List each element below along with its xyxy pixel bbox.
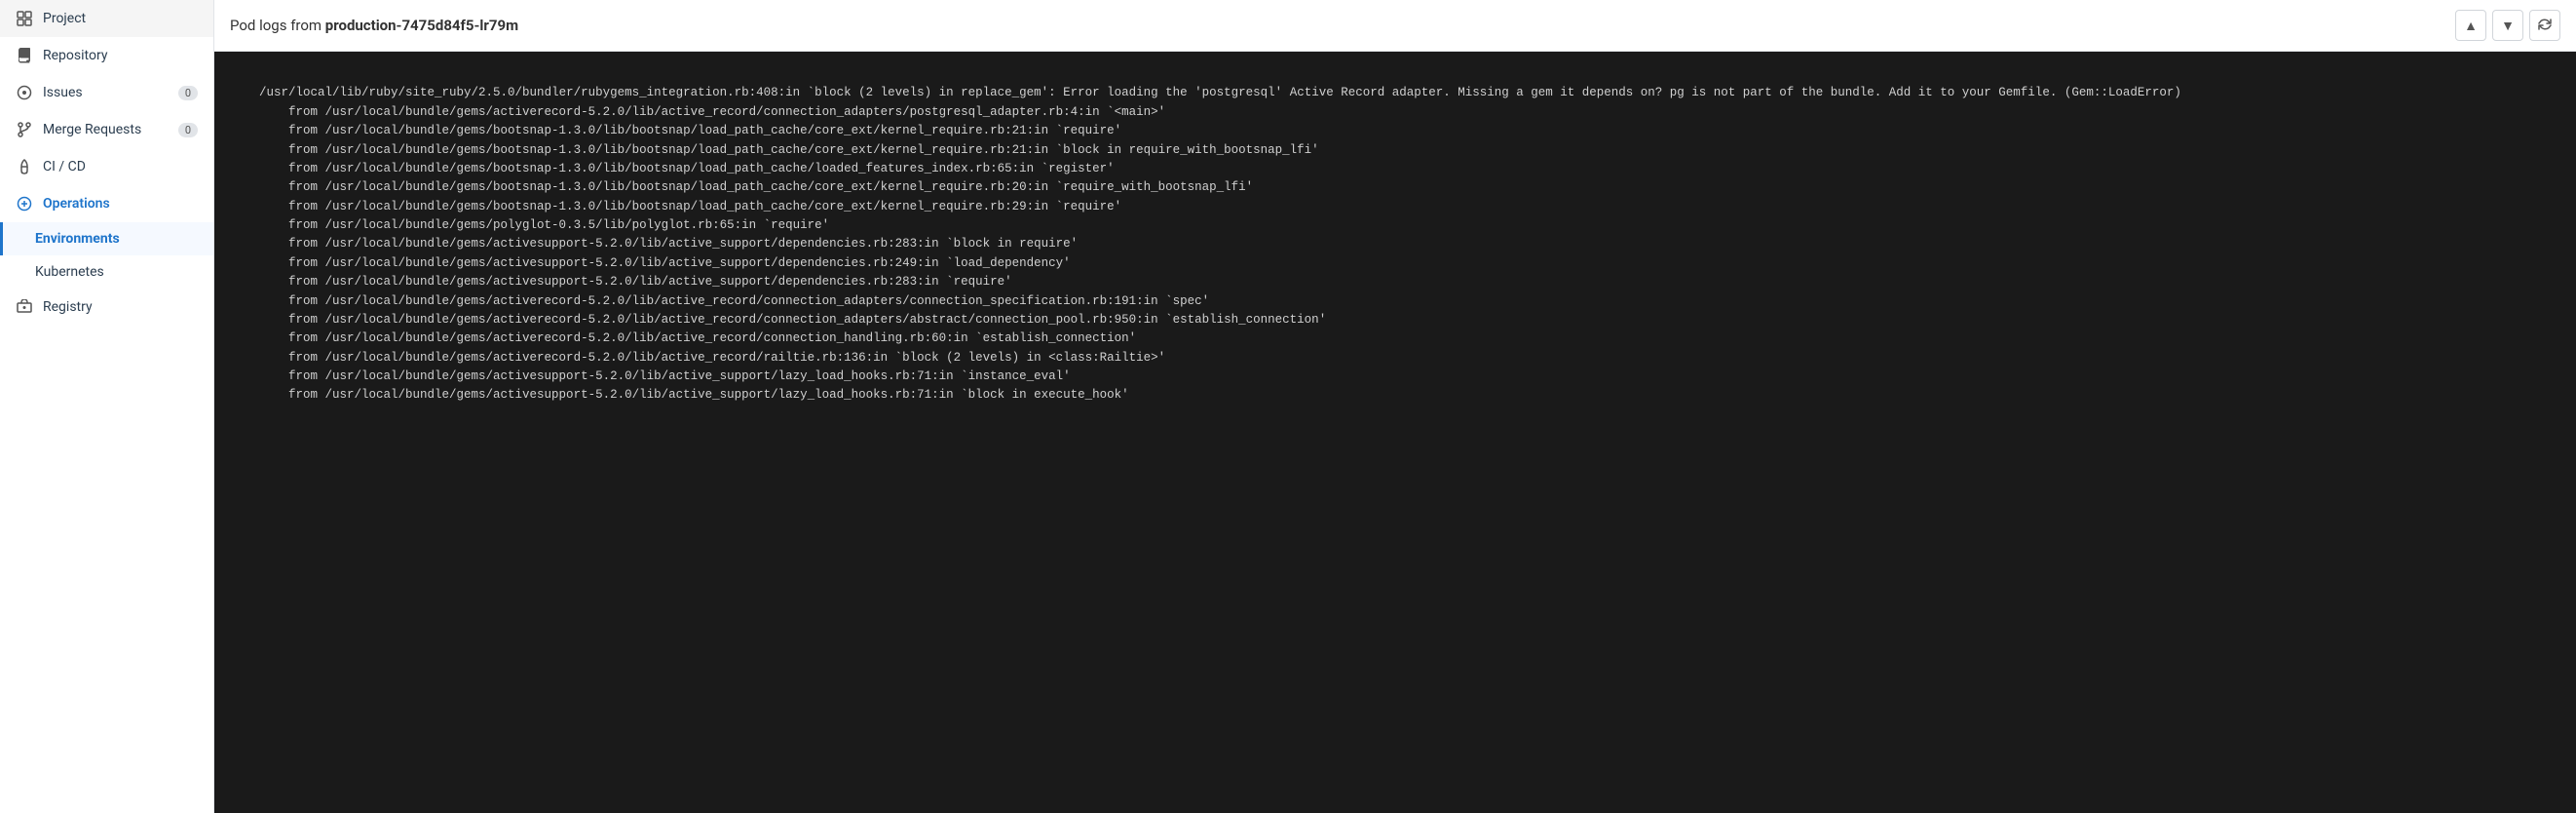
- log-output[interactable]: /usr/local/lib/ruby/site_ruby/2.5.0/bund…: [214, 52, 2576, 813]
- scroll-top-button[interactable]: ▲: [2455, 10, 2486, 41]
- sidebar-sub-item-label: Environments: [35, 231, 120, 247]
- sidebar-sub-item-kubernetes[interactable]: Kubernetes: [0, 255, 213, 289]
- sidebar-item-project[interactable]: Project: [0, 0, 213, 37]
- sidebar-item-label: CI / CD: [43, 159, 86, 174]
- pod-name: production-7475d84f5-lr79m: [325, 17, 518, 34]
- sidebar-item-label: Project: [43, 11, 86, 26]
- sidebar-item-repository[interactable]: Repository: [0, 37, 213, 74]
- sidebar-item-label: Issues: [43, 85, 83, 100]
- scroll-bottom-button[interactable]: ▼: [2492, 10, 2523, 41]
- scroll-top-icon: ▲: [2464, 18, 2478, 33]
- issues-badge: 0: [178, 86, 198, 100]
- sidebar-item-label: Registry: [43, 299, 93, 315]
- main-content: Pod logs from production-7475d84f5-lr79m…: [214, 0, 2576, 813]
- sidebar-item-registry[interactable]: Registry: [0, 289, 213, 326]
- pod-logs-title: Pod logs from production-7475d84f5-lr79m: [230, 17, 518, 34]
- scroll-bottom-icon: ▼: [2501, 18, 2515, 33]
- registry-icon: [16, 298, 33, 316]
- sidebar-sub-item-label: Kubernetes: [35, 264, 104, 280]
- header-actions: ▲ ▼: [2455, 10, 2560, 41]
- sidebar-item-ci-cd[interactable]: CI / CD: [0, 148, 213, 185]
- operations-icon: [16, 195, 33, 213]
- book-icon: [16, 47, 33, 64]
- sidebar-item-label: Repository: [43, 48, 107, 63]
- pod-logs-prefix: Pod logs from: [230, 17, 325, 34]
- home-icon: [16, 10, 33, 27]
- log-text: /usr/local/lib/ruby/site_ruby/2.5.0/bund…: [230, 86, 2181, 402]
- sidebar-item-label: Merge Requests: [43, 122, 141, 137]
- refresh-button[interactable]: [2529, 10, 2560, 41]
- merge-requests-badge: 0: [178, 123, 198, 137]
- sidebar-item-operations[interactable]: Operations: [0, 185, 213, 222]
- issues-icon: [16, 84, 33, 101]
- sidebar-item-merge-requests[interactable]: Merge Requests 0: [0, 111, 213, 148]
- sidebar-item-label: Operations: [43, 196, 110, 212]
- rocket-icon: [16, 158, 33, 175]
- sidebar-item-issues[interactable]: Issues 0: [0, 74, 213, 111]
- refresh-icon: [2538, 18, 2552, 34]
- sidebar: Project Repository Issues 0: [0, 0, 214, 813]
- pod-logs-header: Pod logs from production-7475d84f5-lr79m…: [214, 0, 2576, 52]
- merge-icon: [16, 121, 33, 138]
- sidebar-sub-item-environments[interactable]: Environments: [0, 222, 213, 255]
